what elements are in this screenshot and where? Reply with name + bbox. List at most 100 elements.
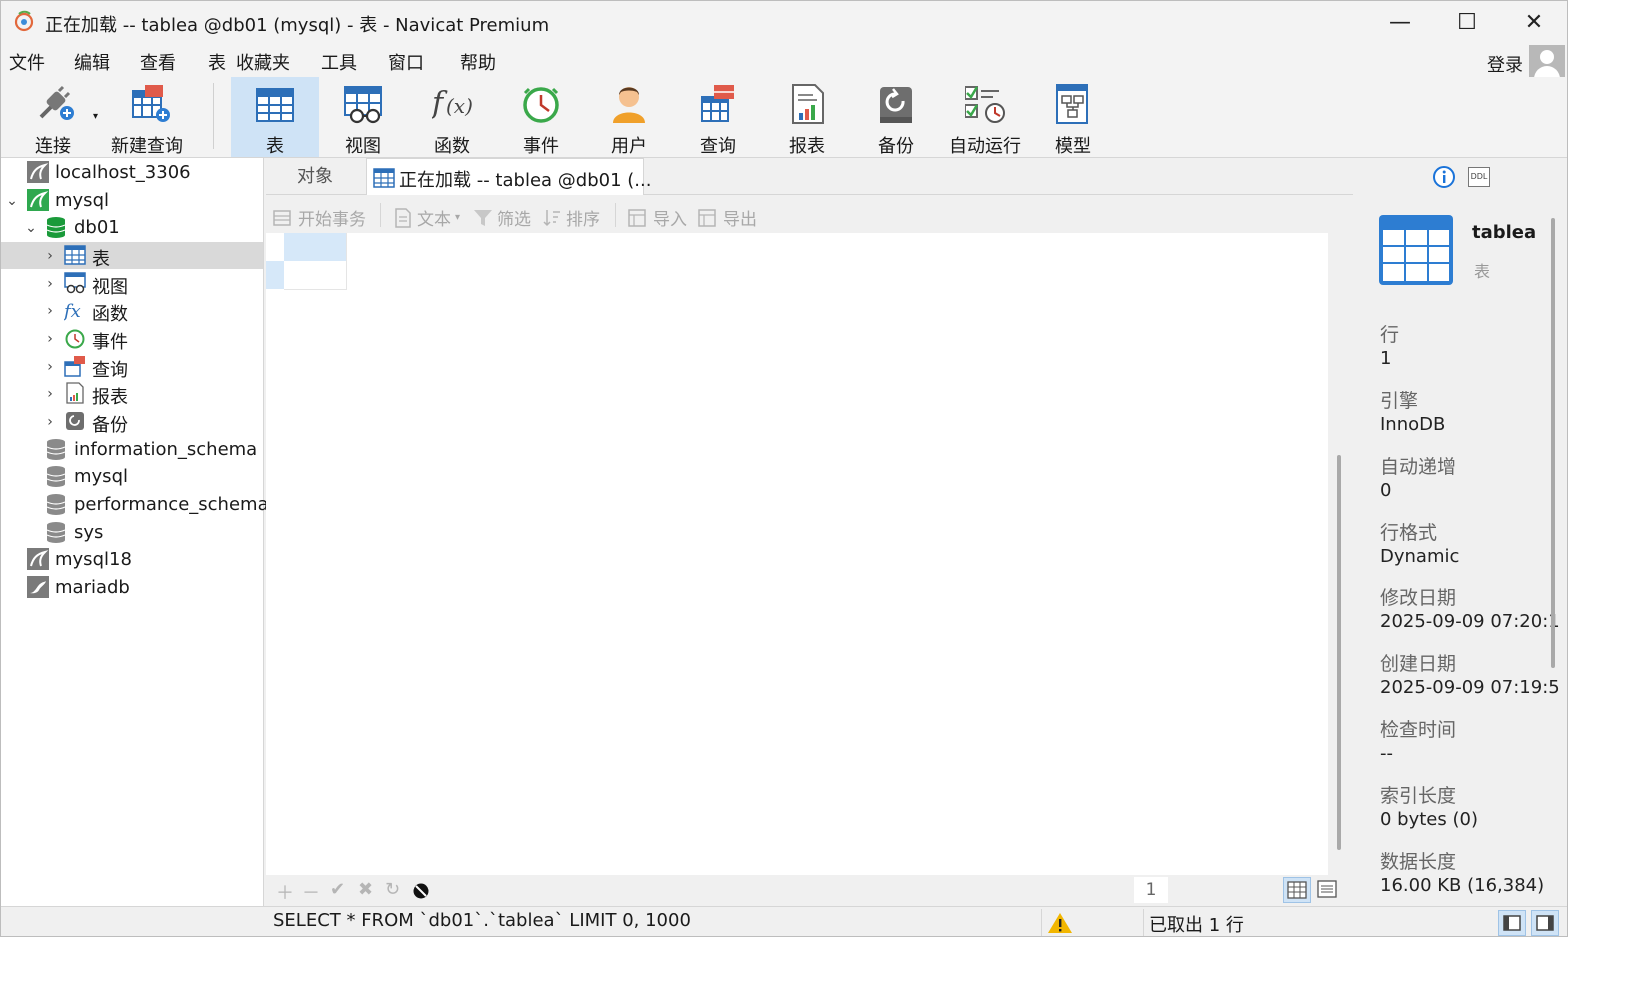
menu-help[interactable]: 帮助 [460, 49, 496, 75]
chevron-right-icon[interactable]: › [43, 331, 57, 347]
add-record-button[interactable]: ＋ [276, 879, 294, 905]
tree-item-events[interactable]: › 事件 [1, 325, 263, 353]
mysql-connection-active-icon [27, 189, 49, 211]
tree-item-tables[interactable]: › 表 [1, 242, 263, 270]
row-indicator[interactable] [266, 261, 284, 289]
menu-edit[interactable]: 编辑 [74, 49, 110, 75]
tree-item-queries[interactable]: › 查询 [1, 353, 263, 381]
warning-icon[interactable] [1047, 911, 1073, 935]
grid-footer: ＋ － ✔ ✖ ↻ 1 [266, 875, 1353, 906]
tree-label: information_schema [74, 439, 258, 460]
connect-dropdown-icon[interactable]: ▾ [93, 111, 98, 122]
login-link[interactable]: 登录 [1487, 51, 1523, 77]
chevron-right-icon[interactable]: › [43, 386, 57, 402]
export-button[interactable]: 导出 [697, 205, 757, 230]
toolbar-table-button[interactable]: 表 [231, 77, 319, 157]
desktop-background [1568, 0, 1643, 982]
text-button[interactable]: 文本 ▾ [393, 205, 460, 230]
toolbar-query-button[interactable]: 查询 [674, 77, 762, 157]
begin-transaction-button[interactable]: 开始事务 [272, 205, 366, 230]
import-button[interactable]: 导入 [627, 205, 687, 230]
new-query-button[interactable]: 新建查询 [103, 77, 191, 157]
menu-window[interactable]: 窗口 [388, 49, 424, 75]
tree-item-backups[interactable]: › 备份 [1, 408, 263, 436]
menu-view[interactable]: 查看 [140, 49, 176, 75]
info-table-type: 表 [1474, 262, 1491, 281]
toolbar-report-button[interactable]: 报表 [763, 77, 851, 157]
toolbar-view-button[interactable]: 视图 [319, 77, 407, 157]
menu-favorites[interactable]: 收藏夹 [236, 49, 290, 75]
menu-table[interactable]: 表 [208, 49, 226, 75]
tree-item-functions[interactable]: › fx 函数 [1, 297, 263, 325]
discard-changes-button[interactable]: ✖ [358, 879, 373, 900]
toolbar-separator [615, 203, 616, 227]
grid-view-button[interactable] [1283, 877, 1311, 903]
chevron-down-icon[interactable]: ⌄ [5, 193, 19, 209]
filter-label: 筛选 [497, 210, 531, 230]
form-view-button[interactable] [1314, 877, 1342, 903]
tree-connection-localhost[interactable]: localhost_3306 [1, 159, 263, 186]
panel-left-icon [1503, 915, 1521, 931]
toolbar-automation-button[interactable]: 自动运行 [941, 77, 1029, 157]
filter-button[interactable]: 筛选 [473, 205, 531, 230]
tree-connection-mariadb[interactable]: mariadb [1, 574, 263, 601]
tree-db-sys[interactable]: sys [1, 519, 263, 546]
toggle-right-pane-button[interactable] [1531, 910, 1559, 936]
avatar[interactable] [1529, 45, 1565, 79]
tree-db-performance-schema[interactable]: performance_schema [1, 491, 269, 518]
tree-db-db01[interactable]: ⌄ db01 [1, 214, 263, 241]
chevron-right-icon[interactable]: › [43, 248, 57, 264]
connect-button[interactable]: 连接 [9, 77, 97, 157]
database-icon [46, 522, 66, 543]
database-icon [46, 466, 66, 487]
model-icon [1056, 84, 1088, 124]
maximize-button[interactable]: ☐ [1433, 1, 1501, 43]
grid-scrollbar[interactable] [1337, 455, 1341, 850]
tree-item-views[interactable]: › 视图 [1, 270, 263, 298]
tree-label: 备份 [92, 415, 128, 436]
tree-connection-mysql18[interactable]: mysql18 [1, 546, 263, 573]
transaction-icon [273, 209, 291, 226]
toolbar-backup-button[interactable]: 备份 [852, 77, 940, 157]
backup-icon [880, 87, 912, 123]
tree-item-reports[interactable]: › 报表 [1, 380, 263, 408]
info-value-row-format: Dynamic [1380, 546, 1460, 567]
tab-tablea[interactable]: 正在加载 -- tablea @db01 (... [366, 158, 651, 195]
chevron-right-icon[interactable]: › [43, 414, 57, 430]
toggle-left-pane-button[interactable] [1498, 910, 1526, 936]
menu-file[interactable]: 文件 [9, 49, 45, 75]
info-value-created: 2025-09-09 07:19:5 [1380, 677, 1560, 698]
tree-connection-mysql[interactable]: ⌄ mysql [1, 187, 263, 214]
chevron-down-icon[interactable]: ⌄ [24, 220, 38, 236]
tab-objects[interactable]: 对象 [266, 160, 364, 194]
data-grid[interactable] [266, 233, 1328, 875]
grid-cell[interactable] [284, 261, 347, 290]
toolbar-table-label: 表 [266, 136, 284, 157]
toolbar-event-button[interactable]: 事件 [497, 77, 585, 157]
info-key-check-time: 检查时间 [1380, 719, 1457, 741]
tree-db-information-schema[interactable]: information_schema [1, 436, 263, 463]
stop-icon[interactable] [412, 882, 430, 900]
chevron-right-icon[interactable]: › [43, 276, 57, 292]
info-panel-scrollbar[interactable] [1551, 218, 1555, 668]
toolbar-function-button[interactable]: f (x) 函数 [408, 77, 496, 157]
minimize-button[interactable]: — [1366, 1, 1434, 43]
info-key-modified: 修改日期 [1380, 587, 1457, 609]
toolbar-user-button[interactable]: 用户 [585, 77, 673, 157]
toolbar-model-button[interactable]: 模型 [1029, 77, 1117, 157]
grid-cell[interactable] [284, 233, 347, 261]
ddl-icon[interactable]: DDL [1468, 167, 1490, 187]
tree-db-mysql[interactable]: mysql [1, 463, 263, 490]
info-icon[interactable] [1432, 165, 1456, 189]
close-button[interactable]: ✕ [1500, 1, 1567, 43]
chevron-right-icon[interactable]: › [43, 303, 57, 319]
menu-tools[interactable]: 工具 [321, 49, 357, 75]
chevron-right-icon[interactable]: › [43, 359, 57, 375]
export-label: 导出 [723, 210, 757, 230]
refresh-button[interactable]: ↻ [385, 879, 400, 900]
page-number[interactable]: 1 [1134, 877, 1168, 903]
sort-button[interactable]: 排序 [542, 205, 600, 230]
app-window: 正在加载 -- tablea @db01 (mysql) - 表 - Navic… [0, 0, 1568, 937]
apply-changes-button[interactable]: ✔ [330, 879, 345, 900]
delete-record-button[interactable]: － [302, 879, 320, 905]
